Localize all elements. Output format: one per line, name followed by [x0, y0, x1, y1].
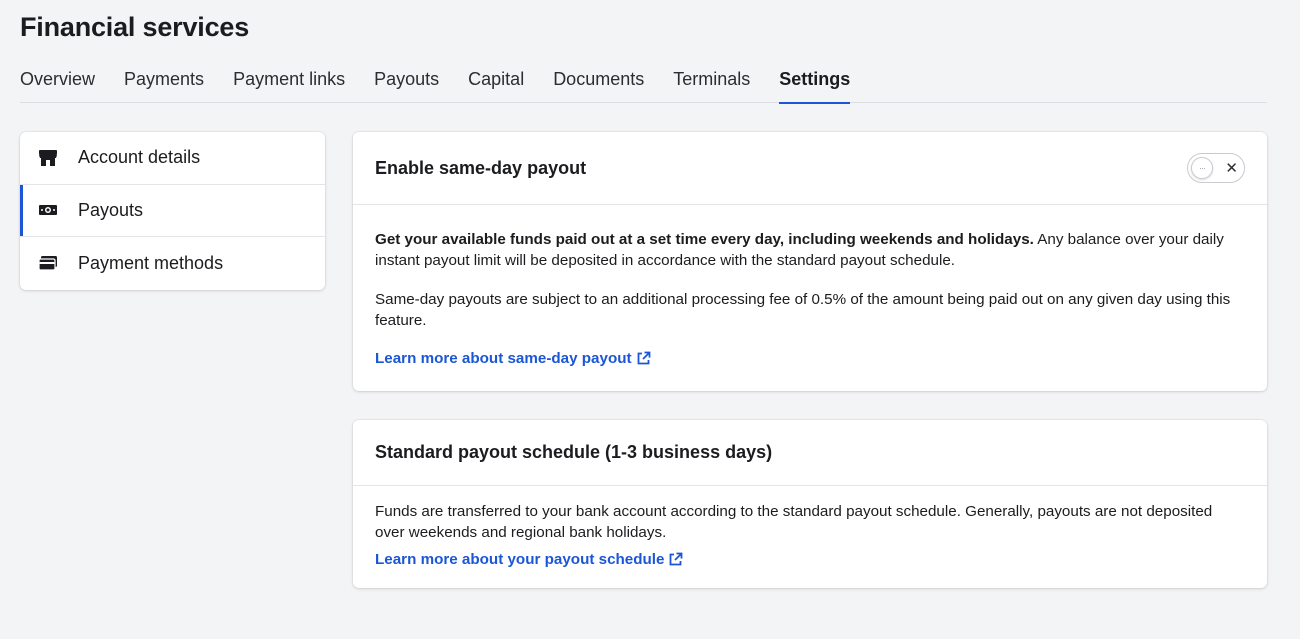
card-title: Enable same-day payout — [375, 157, 587, 178]
close-icon: ✕ — [1225, 159, 1238, 177]
top-tabs: Overview Payments Payment links Payouts … — [20, 66, 1267, 104]
same-day-payout-card: Enable same-day payout ··· ✕ Get your av… — [353, 132, 1267, 391]
card-body: Get your available funds paid out at a s… — [353, 205, 1267, 368]
card-header: Standard payout schedule (1-3 business d… — [353, 420, 1267, 486]
tab-documents[interactable]: Documents — [553, 66, 644, 103]
sidebar-item-label: Account details — [78, 147, 201, 168]
card-title: Standard payout schedule (1-3 business d… — [375, 442, 773, 462]
card-body: Funds are transferred to your bank accou… — [353, 486, 1267, 569]
store-icon — [38, 149, 58, 167]
sidebar-item-payouts[interactable]: Payouts — [20, 184, 325, 238]
same-day-description: Get your available funds paid out at a s… — [375, 229, 1245, 271]
external-link-icon — [668, 552, 683, 567]
sidebar-item-account-details[interactable]: Account details — [20, 132, 325, 185]
tab-payment-links[interactable]: Payment links — [233, 66, 345, 103]
tab-payouts[interactable]: Payouts — [374, 66, 439, 103]
standard-payout-card: Standard payout schedule (1-3 business d… — [353, 420, 1267, 588]
sidebar-item-payment-methods[interactable]: Payment methods — [20, 237, 325, 290]
same-day-payout-toggle[interactable]: ··· ✕ — [1187, 153, 1245, 183]
link-label: Learn more about same-day payout — [375, 350, 632, 367]
learn-more-same-day-link[interactable]: Learn more about same-day payout — [375, 350, 651, 367]
tab-overview[interactable]: Overview — [20, 66, 95, 103]
toggle-knob: ··· — [1191, 157, 1213, 179]
sidebar-item-label: Payment methods — [78, 252, 224, 273]
same-day-fee-note: Same-day payouts are subject to an addit… — [375, 291, 1231, 329]
standard-description: Funds are transferred to your bank accou… — [375, 503, 1213, 541]
cash-icon — [38, 201, 58, 219]
page-title: Financial services — [20, 12, 250, 42]
sidebar-item-label: Payouts — [78, 199, 144, 220]
tab-capital[interactable]: Capital — [468, 66, 524, 103]
same-day-description-bold: Get your available funds paid out at a s… — [375, 231, 1034, 248]
card-header: Enable same-day payout ··· ✕ — [353, 132, 1267, 205]
tab-settings[interactable]: Settings — [779, 66, 851, 104]
tab-payments[interactable]: Payments — [124, 66, 204, 103]
card-icon — [38, 254, 58, 272]
learn-more-schedule-link[interactable]: Learn more about your payout schedule — [375, 551, 683, 568]
settings-sidebar: Account details Payouts Payment methods — [20, 132, 325, 290]
tab-terminals[interactable]: Terminals — [673, 66, 750, 103]
external-link-icon — [636, 351, 651, 366]
link-label: Learn more about your payout schedule — [375, 551, 665, 568]
